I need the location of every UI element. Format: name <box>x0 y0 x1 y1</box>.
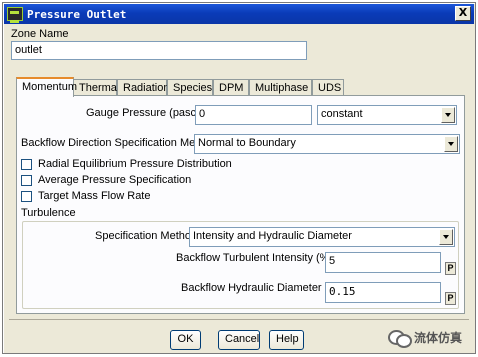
average-pressure-label: Average Pressure Specification <box>38 174 192 186</box>
tab-dpm[interactable]: DPM <box>213 79 249 96</box>
chevron-down-icon[interactable] <box>441 107 455 123</box>
backflow-direction-label: Backflow Direction Specification Method <box>21 137 217 149</box>
tab-thermal[interactable]: Thermal <box>73 79 119 96</box>
backflow-direction-value: Normal to Boundary <box>198 137 296 149</box>
fluent-app-icon <box>7 7 23 23</box>
gauge-pressure-method-select[interactable]: constant <box>317 105 457 125</box>
zone-name-label: Zone Name <box>11 28 69 40</box>
radial-equilibrium-label: Radial Equilibrium Pressure Distribution <box>38 158 232 170</box>
watermark: 流体仿真 <box>387 328 462 348</box>
target-mass-flow-checkbox[interactable] <box>21 191 32 202</box>
ok-button[interactable]: OK <box>170 330 201 350</box>
title-bar[interactable]: Pressure Outlet X <box>4 4 474 24</box>
momentum-panel: Gauge Pressure (pascal) 0 constant Backf… <box>16 95 465 314</box>
intensity-parameter-button[interactable]: P <box>445 262 456 275</box>
turbulent-intensity-input[interactable]: 5 <box>325 252 441 273</box>
pressure-outlet-dialog: Pressure Outlet X Zone Name outlet Momen… <box>2 2 476 354</box>
turbulence-heading: Turbulence <box>21 207 76 219</box>
close-button[interactable]: X <box>455 6 471 21</box>
tab-momentum[interactable]: Momentum <box>16 77 77 97</box>
gauge-pressure-input[interactable]: 0 <box>195 105 312 125</box>
cancel-button[interactable]: Cancel <box>218 330 260 350</box>
zone-name-input[interactable]: outlet <box>11 41 307 60</box>
gauge-pressure-method-value: constant <box>321 108 363 120</box>
diameter-parameter-button[interactable]: P <box>445 292 456 305</box>
target-mass-flow-label: Target Mass Flow Rate <box>38 190 151 202</box>
average-pressure-checkbox[interactable] <box>21 175 32 186</box>
hydraulic-diameter-label: Backflow Hydraulic Diameter (m) <box>181 282 342 294</box>
watermark-text: 流体仿真 <box>413 330 462 345</box>
turbulence-group: Specification Method Intensity and Hydra… <box>22 221 459 309</box>
chat-bubble-icon <box>387 328 412 348</box>
help-button[interactable]: Help <box>269 330 304 350</box>
button-divider <box>9 319 469 320</box>
radial-equilibrium-checkbox[interactable] <box>21 159 32 170</box>
hydraulic-diameter-input[interactable]: 0.15 <box>325 282 441 303</box>
tab-multiphase[interactable]: Multiphase <box>249 79 312 96</box>
tab-species[interactable]: Species <box>167 79 213 96</box>
specification-method-value: Intensity and Hydraulic Diameter <box>193 230 352 242</box>
tab-uds[interactable]: UDS <box>312 79 344 96</box>
specification-method-label: Specification Method <box>95 230 198 242</box>
turbulent-intensity-label: Backflow Turbulent Intensity (%) <box>176 252 334 264</box>
chevron-down-icon[interactable] <box>444 136 458 152</box>
backflow-direction-select[interactable]: Normal to Boundary <box>194 134 460 154</box>
window-title: Pressure Outlet <box>27 7 127 21</box>
chevron-down-icon[interactable] <box>439 229 453 245</box>
specification-method-select[interactable]: Intensity and Hydraulic Diameter <box>189 227 455 247</box>
gauge-pressure-label: Gauge Pressure (pascal) <box>86 107 209 119</box>
tab-radiation[interactable]: Radiation <box>117 79 169 96</box>
